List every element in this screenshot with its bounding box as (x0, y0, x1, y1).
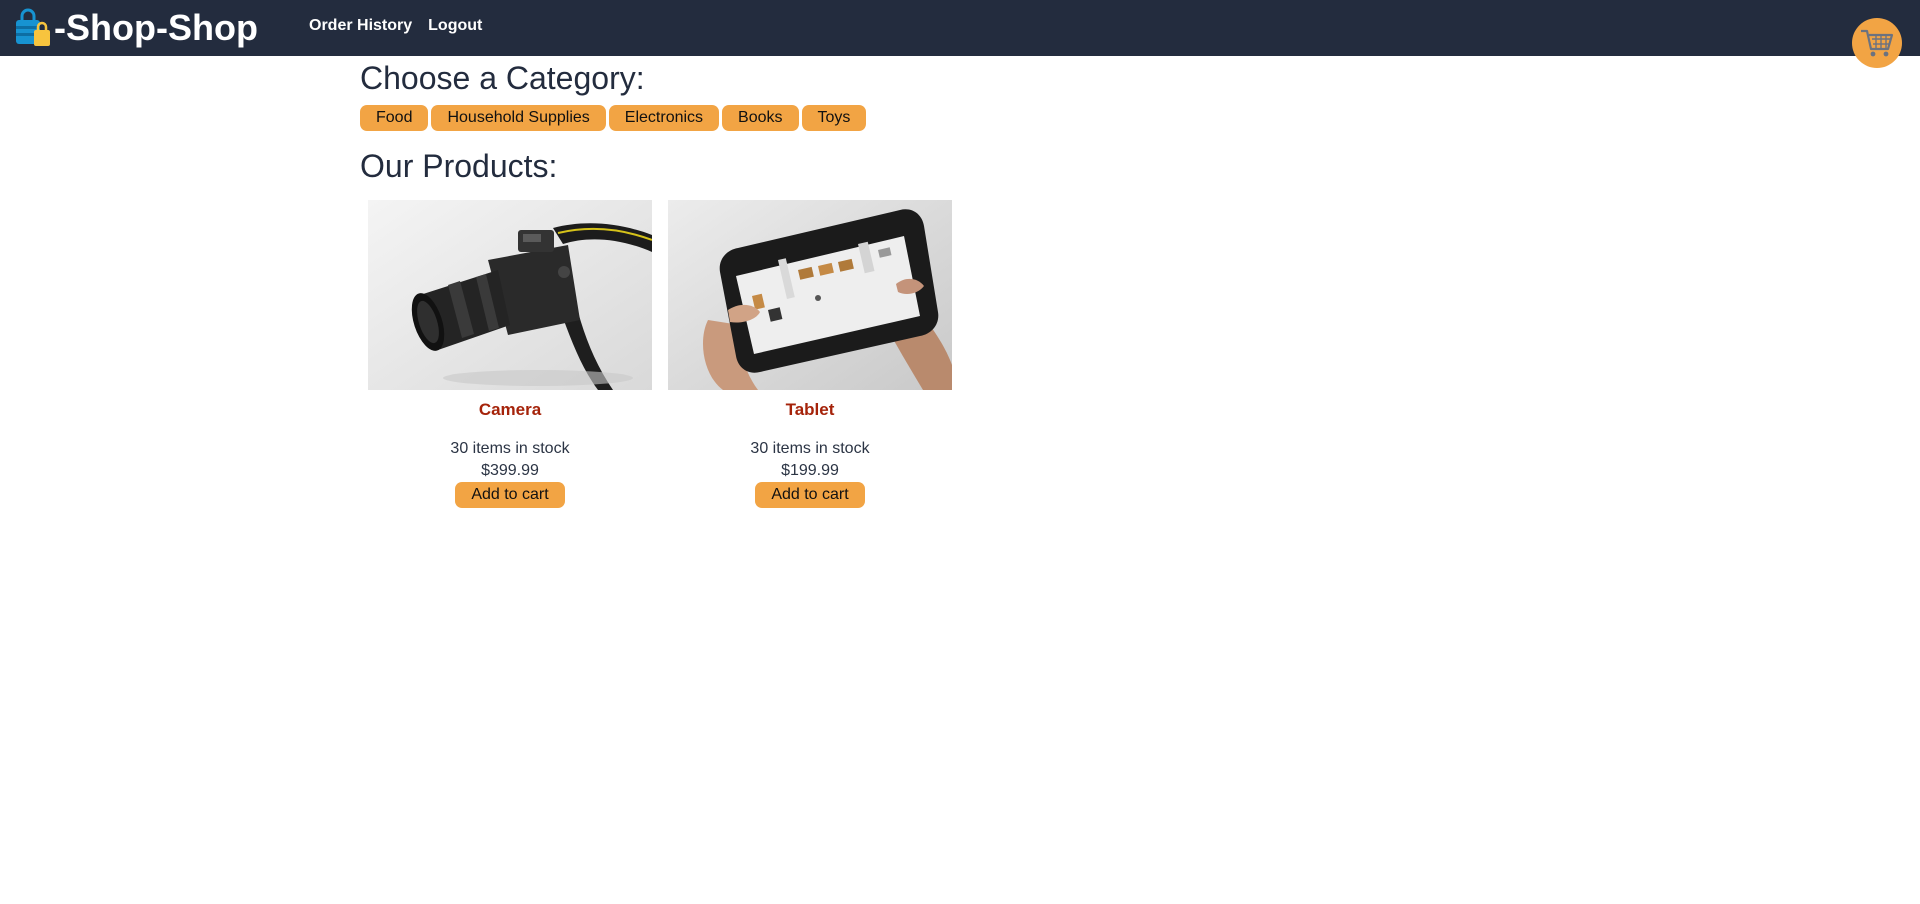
tablet-photo-image (668, 200, 952, 390)
category-books-button[interactable]: Books (722, 104, 799, 131)
product-name-camera[interactable]: Camera (368, 400, 652, 424)
product-list: Camera 30 items in stock $399.99 Add to … (368, 200, 952, 508)
category-heading: Choose a Category: (360, 60, 645, 96)
shopping-cart-icon (1861, 29, 1894, 57)
category-household-supplies-button[interactable]: Household Supplies (431, 104, 606, 131)
cart-button[interactable] (1852, 18, 1902, 68)
category-list: Food Household Supplies Electronics Book… (360, 104, 1560, 131)
category-electronics-button[interactable]: Electronics (608, 104, 720, 131)
product-price-camera: $399.99 (481, 462, 539, 479)
top-navbar: -Shop-Shop Order History Logout (0, 0, 1920, 56)
nav-logout[interactable]: Logout (428, 17, 482, 35)
nav-order-history[interactable]: Order History (309, 17, 412, 35)
product-name-tablet[interactable]: Tablet (668, 400, 952, 424)
main-content: Choose a Category: Food Household Suppli… (360, 60, 1560, 508)
brand[interactable]: -Shop-Shop (14, 6, 258, 50)
add-to-cart-tablet-button[interactable]: Add to cart (755, 482, 865, 508)
camera-photo-image (368, 200, 652, 390)
main-nav: Order History Logout (309, 17, 482, 35)
product-price-tablet: $199.99 (781, 462, 839, 479)
shopping-bags-icon (16, 8, 50, 46)
product-stock-camera: 30 items in stock (450, 440, 570, 457)
add-to-cart-camera-button[interactable]: Add to cart (455, 482, 565, 508)
products-heading: Our Products: (360, 147, 558, 184)
brand-title: -Shop-Shop (54, 7, 258, 48)
product-card-camera: Camera 30 items in stock $399.99 Add to … (368, 200, 652, 508)
product-image-tablet[interactable] (668, 200, 952, 390)
category-toys-button[interactable]: Toys (801, 104, 867, 131)
product-card-tablet: Tablet 30 items in stock $199.99 Add to … (668, 200, 952, 508)
product-image-camera[interactable] (368, 200, 652, 390)
category-food-button[interactable]: Food (360, 104, 429, 131)
product-stock-tablet: 30 items in stock (750, 440, 870, 457)
